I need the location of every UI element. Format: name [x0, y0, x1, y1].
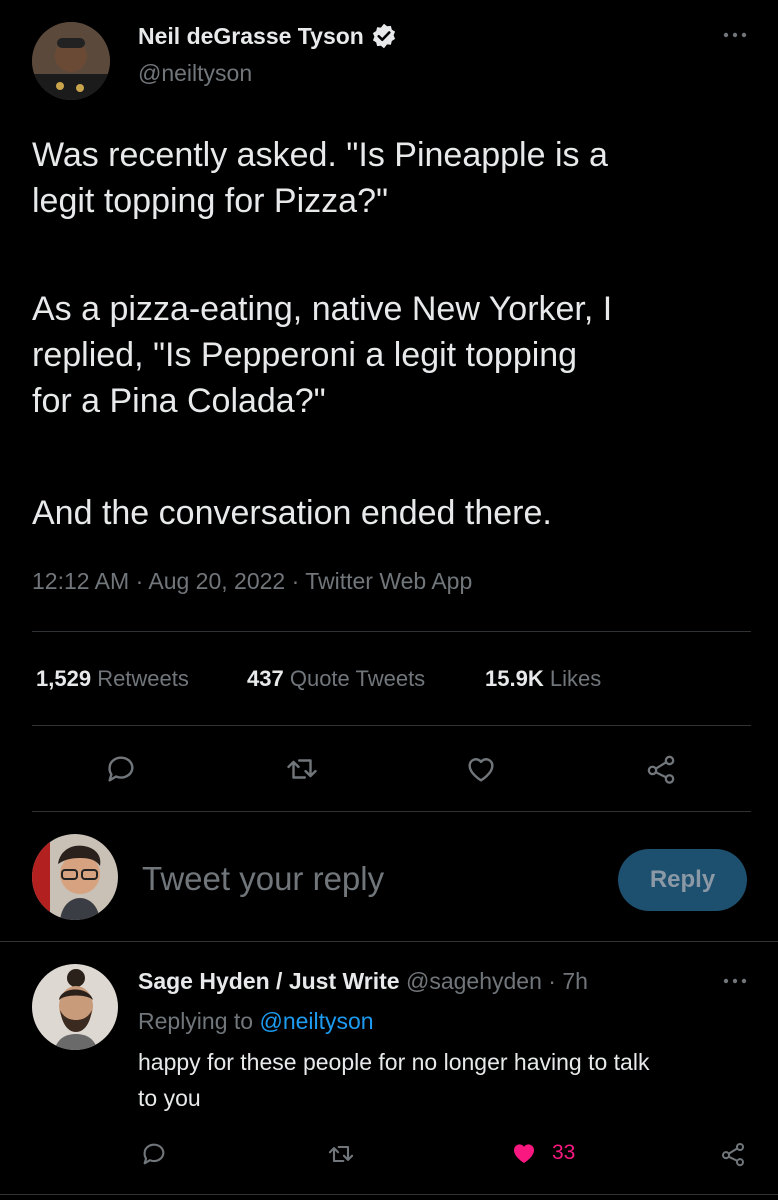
- reply-reply-icon[interactable]: [140, 1140, 168, 1168]
- reply-time[interactable]: · 7h: [548, 968, 588, 994]
- retweets-count: 1,529: [36, 666, 92, 691]
- replying-to: Replying to @neiltyson: [138, 1008, 374, 1035]
- quotes-label: Quote Tweets: [289, 666, 426, 691]
- likes-stat[interactable]: 15.9K Likes: [485, 666, 601, 692]
- author-name[interactable]: Neil deGrasse Tyson: [138, 23, 364, 50]
- divider: [32, 631, 751, 632]
- divider: [0, 941, 778, 942]
- likes-label: Likes: [549, 666, 602, 691]
- share-icon[interactable]: [643, 752, 679, 786]
- replying-to-label: Replying to: [138, 1008, 254, 1034]
- reply-button[interactable]: Reply: [618, 849, 747, 911]
- tweet-paragraph: As a pizza-eating, native New Yorker, I …: [32, 290, 613, 420]
- reply-like[interactable]: 33: [508, 1138, 575, 1168]
- reply-like-count: 33: [552, 1141, 576, 1164]
- tweet-paragraph: Was recently asked. "Is Pineapple is a l…: [32, 136, 608, 220]
- verified-badge-icon: [370, 22, 398, 50]
- likes-count: 15.9K: [485, 666, 544, 691]
- replying-to-handle[interactable]: @neiltyson: [259, 1008, 373, 1034]
- reply-text: happy for these people for no longer hav…: [138, 1049, 650, 1111]
- reply-share-icon[interactable]: [718, 1140, 748, 1168]
- author-avatar[interactable]: [32, 22, 110, 100]
- reply-author-avatar[interactable]: [32, 964, 118, 1050]
- tweet-timestamp[interactable]: 12:12 AM · Aug 20, 2022 · Twitter Web Ap…: [32, 568, 472, 595]
- reply-author-handle[interactable]: @sagehyden: [406, 968, 542, 994]
- more-icon[interactable]: [722, 30, 748, 40]
- divider: [32, 811, 751, 812]
- quotes-count: 437: [247, 666, 284, 691]
- quote-tweets-stat[interactable]: 437 Quote Tweets: [247, 666, 425, 692]
- divider: [0, 1194, 778, 1195]
- reply-icon[interactable]: [104, 752, 138, 786]
- retweets-stat[interactable]: 1,529 Retweets: [36, 666, 189, 692]
- retweet-icon[interactable]: [284, 752, 320, 786]
- reply-more-icon[interactable]: [722, 976, 748, 986]
- user-avatar[interactable]: [32, 834, 118, 920]
- reply-author-name[interactable]: Sage Hyden / Just Write: [138, 968, 400, 994]
- like-icon[interactable]: [463, 752, 499, 786]
- author-handle[interactable]: @neiltyson: [138, 60, 252, 87]
- reply-input[interactable]: Tweet your reply: [142, 860, 384, 898]
- reply-header: Sage Hyden / Just Write @sagehyden · 7h: [138, 968, 588, 995]
- reply-retweet-icon[interactable]: [326, 1140, 356, 1168]
- divider: [32, 725, 751, 726]
- retweets-label: Retweets: [97, 666, 189, 691]
- like-filled-icon: [508, 1138, 540, 1168]
- tweet-paragraph: And the conversation ended there.: [32, 494, 552, 532]
